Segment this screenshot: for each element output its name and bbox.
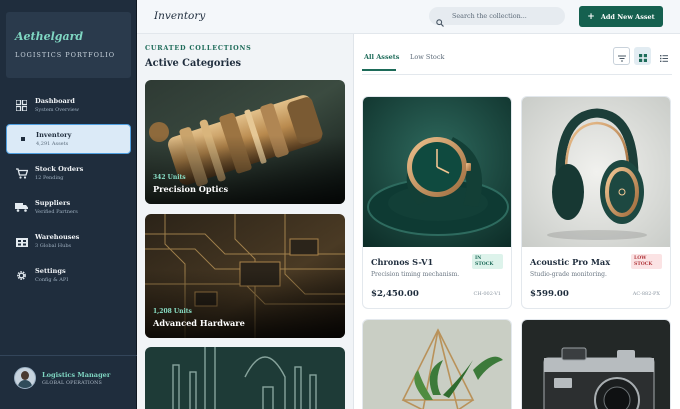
status-badge: IN STOCK	[472, 254, 503, 269]
tab-divider	[362, 74, 672, 75]
sidebar-item-dashboard[interactable]: Dashboard System Overview	[6, 88, 131, 122]
category-name: Precision Optics	[153, 184, 229, 194]
terrarium-image	[363, 320, 511, 409]
sidebar-nav: Dashboard System Overview Inventory 4,29…	[0, 88, 137, 292]
sidebar: Aethelgard LOGISTICS PORTFOLIO Dashboard…	[0, 0, 137, 409]
categories-eyebrow: CURATED COLLECTIONS	[145, 44, 252, 52]
category-units: 342 Units	[153, 174, 186, 181]
product-price: $599.00	[530, 289, 569, 299]
product-card-camera[interactable]	[521, 319, 671, 409]
lab-glassware-image	[145, 347, 345, 409]
add-new-asset-label: Add New Asset	[600, 12, 655, 21]
search-input[interactable]	[452, 12, 552, 20]
search-box[interactable]	[429, 7, 565, 27]
sidebar-item-sub: 3 Global Hubs	[35, 243, 72, 249]
category-card-lab[interactable]	[145, 347, 345, 409]
gear-icon	[15, 269, 28, 282]
add-new-asset-button[interactable]: + Add New Asset	[579, 6, 663, 27]
filter-button[interactable]	[613, 47, 630, 65]
tab-all-assets[interactable]: All Assets	[364, 53, 399, 61]
list-icon	[659, 47, 668, 66]
warehouse-icon	[15, 235, 28, 248]
plus-icon: +	[587, 11, 595, 22]
product-sku: CH-002-V1	[473, 291, 501, 297]
status-badge-line2: STOCK	[634, 261, 653, 267]
truck-icon	[15, 201, 28, 214]
filter-icon	[617, 47, 626, 66]
product-description: Precision timing mechanism.	[371, 271, 460, 278]
status-badge: LOW STOCK	[631, 254, 662, 269]
category-card-precision-optics[interactable]: 342 Units Precision Optics	[145, 80, 345, 204]
sidebar-item-label: Suppliers	[35, 199, 71, 207]
product-price: $2,450.00	[371, 289, 419, 299]
headphones-image	[522, 97, 670, 247]
product-name: Chronos S-V1	[371, 257, 434, 267]
camera-image	[522, 320, 670, 409]
dashboard-icon	[15, 99, 28, 112]
sidebar-item-warehouses[interactable]: Warehouses 3 Global Hubs	[6, 224, 131, 258]
brand-subtitle: LOGISTICS PORTFOLIO	[15, 51, 116, 59]
inventory-icon	[16, 133, 29, 146]
product-card-terrarium[interactable]	[362, 319, 512, 409]
category-name: Advanced Hardware	[153, 318, 245, 328]
user-name: Logistics Manager	[42, 370, 111, 379]
avatar	[14, 367, 36, 389]
sidebar-item-stock-orders[interactable]: Stock Orders 12 Pending	[6, 156, 131, 190]
sidebar-item-settings[interactable]: Settings Config & API	[6, 258, 131, 292]
products-panel: All Assets Low Stock Chronos S-V1 IN STO…	[354, 34, 680, 409]
active-tab-indicator	[362, 69, 396, 71]
tab-low-stock[interactable]: Low Stock	[410, 53, 444, 61]
sidebar-item-label: Dashboard	[35, 97, 75, 105]
category-card-advanced-hardware[interactable]: 1,208 Units Advanced Hardware	[145, 214, 345, 338]
product-description: Studio-grade monitoring.	[530, 271, 607, 278]
user-profile[interactable]: Logistics Manager GLOBAL OPERATIONS	[14, 367, 110, 389]
category-units: 1,208 Units	[153, 308, 192, 315]
sidebar-item-label: Warehouses	[35, 233, 80, 241]
user-role: GLOBAL OPERATIONS	[42, 380, 103, 386]
sidebar-item-suppliers[interactable]: Suppliers Verified Partners	[6, 190, 131, 224]
chronos-watch-image	[363, 97, 511, 247]
sidebar-item-label: Stock Orders	[35, 165, 84, 173]
categories-panel: CURATED COLLECTIONS Active Categories 34…	[137, 34, 354, 409]
product-card-chronos[interactable]: Chronos S-V1 IN STOCK Precision timing m…	[362, 96, 512, 309]
product-name: Acoustic Pro Max	[530, 257, 611, 267]
app-window: Aethelgard LOGISTICS PORTFOLIO Dashboard…	[0, 0, 680, 409]
sidebar-item-label: Inventory	[36, 131, 72, 139]
categories-heading: Active Categories	[145, 58, 242, 69]
page-title: Inventory	[154, 10, 206, 22]
sidebar-item-sub: 12 Pending	[35, 175, 64, 181]
sidebar-item-sub: System Overview	[35, 107, 80, 113]
cart-icon	[15, 167, 28, 180]
status-badge-line2: STOCK	[475, 261, 494, 267]
brand-block: Aethelgard LOGISTICS PORTFOLIO	[6, 12, 131, 78]
grid-icon	[638, 47, 647, 66]
sidebar-divider	[0, 355, 137, 356]
product-card-acoustic-pro[interactable]: Acoustic Pro Max LOW STOCK Studio-grade …	[521, 96, 671, 309]
list-view-button[interactable]	[655, 47, 672, 65]
product-sku: AC-882-PX	[632, 291, 660, 297]
top-bar: Inventory + Add New Asset	[137, 0, 680, 34]
search-icon	[436, 12, 444, 27]
sidebar-item-sub: 4,291 Assets	[36, 141, 69, 147]
sidebar-item-inventory[interactable]: Inventory 4,291 Assets	[6, 124, 131, 154]
sidebar-item-sub: Config & API	[35, 277, 69, 283]
sidebar-item-label: Settings	[35, 267, 66, 275]
sidebar-item-sub: Verified Partners	[35, 209, 78, 215]
grid-view-button[interactable]	[634, 47, 651, 65]
brand-name: Aethelgard	[15, 30, 84, 43]
